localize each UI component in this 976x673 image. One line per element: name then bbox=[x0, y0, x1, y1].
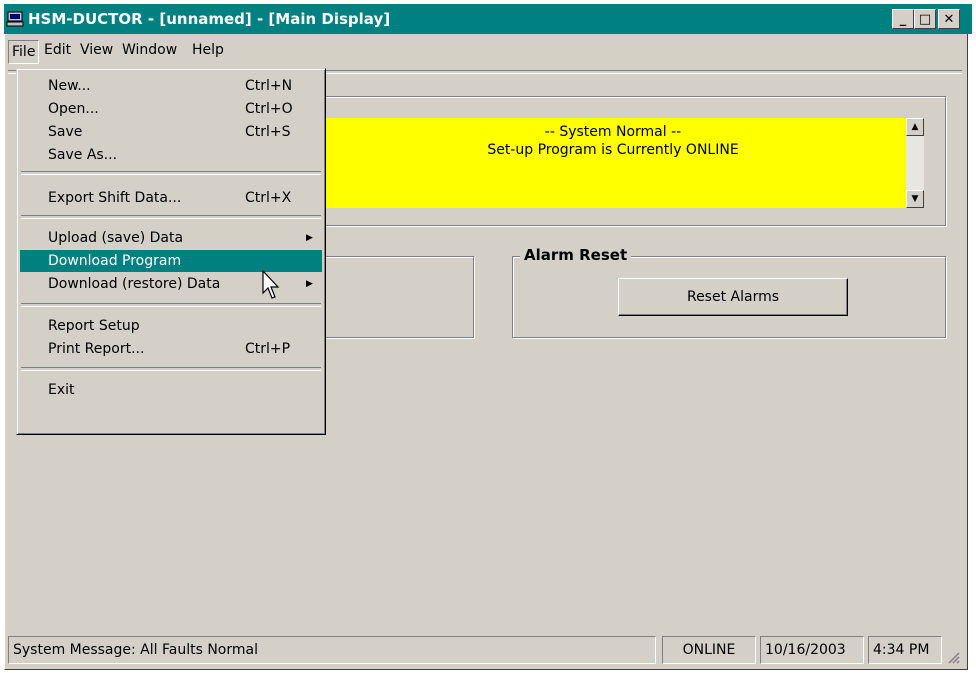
submenu-arrow-icon: ▶ bbox=[306, 233, 313, 243]
menu-edit[interactable]: Edit bbox=[44, 42, 71, 58]
menu-file[interactable]: File bbox=[8, 40, 40, 64]
status-message: System Message: All Faults Normal bbox=[8, 636, 656, 664]
system-status-line: -- System Normal -- bbox=[544, 124, 682, 140]
scroll-down-icon[interactable]: ▼ bbox=[906, 190, 924, 208]
menu-help[interactable]: Help bbox=[192, 42, 224, 58]
maximize-button[interactable]: □ bbox=[914, 9, 936, 29]
status-bar: System Message: All Faults Normal ONLINE… bbox=[8, 636, 960, 664]
menu-item-save-as[interactable]: Save As... bbox=[20, 144, 322, 166]
status-date: 10/16/2003 bbox=[760, 636, 864, 664]
menu-item-new[interactable]: New... Ctrl+N bbox=[20, 75, 322, 97]
menu-item-export-shift-data[interactable]: Export Shift Data... Ctrl+X bbox=[20, 187, 322, 209]
menu-separator bbox=[21, 303, 321, 307]
minimize-button[interactable]: _ bbox=[892, 9, 914, 29]
menu-separator bbox=[21, 215, 321, 219]
resize-grip-icon[interactable] bbox=[946, 650, 960, 664]
menu-item-upload-data[interactable]: Upload (save) Data ▶ bbox=[20, 227, 322, 249]
title-bar[interactable]: HSM-DUCTOR - [unnamed] - [Main Display] … bbox=[4, 4, 972, 34]
status-mode: ONLINE bbox=[662, 636, 756, 664]
menu-separator bbox=[21, 171, 321, 175]
menu-item-download-program[interactable]: Download Program bbox=[20, 250, 322, 272]
menu-item-exit[interactable]: Exit bbox=[20, 379, 322, 401]
menu-window[interactable]: Window bbox=[122, 42, 177, 58]
mouse-cursor-icon bbox=[262, 270, 280, 299]
submenu-arrow-icon: ▶ bbox=[306, 279, 313, 289]
scroll-up-icon[interactable]: ▲ bbox=[906, 118, 924, 136]
program-status-line: Set-up Program is Currently ONLINE bbox=[487, 142, 739, 158]
message-scrollbar[interactable]: ▲ ▼ bbox=[906, 118, 924, 208]
system-message-box: -- System Normal -- Set-up Program is Cu… bbox=[320, 118, 906, 208]
status-time: 4:34 PM bbox=[868, 636, 942, 664]
menu-view[interactable]: View bbox=[80, 42, 113, 58]
window-title: HSM-DUCTOR - [unnamed] - [Main Display] bbox=[28, 10, 391, 28]
alarm-reset-title: Alarm Reset bbox=[520, 246, 632, 264]
menu-separator bbox=[21, 367, 321, 371]
close-button[interactable]: ✕ bbox=[938, 9, 960, 29]
computer-icon bbox=[6, 11, 24, 27]
menu-item-report-setup[interactable]: Report Setup bbox=[20, 315, 322, 337]
reset-alarms-button[interactable]: Reset Alarms bbox=[618, 278, 848, 316]
menu-item-save[interactable]: Save Ctrl+S bbox=[20, 121, 322, 143]
file-menu-dropdown: New... Ctrl+N Open... Ctrl+O Save Ctrl+S Sa… bbox=[16, 68, 326, 435]
menu-item-open[interactable]: Open... Ctrl+O bbox=[20, 98, 322, 120]
menu-item-print-report[interactable]: Print Report... Ctrl+P bbox=[20, 338, 322, 360]
